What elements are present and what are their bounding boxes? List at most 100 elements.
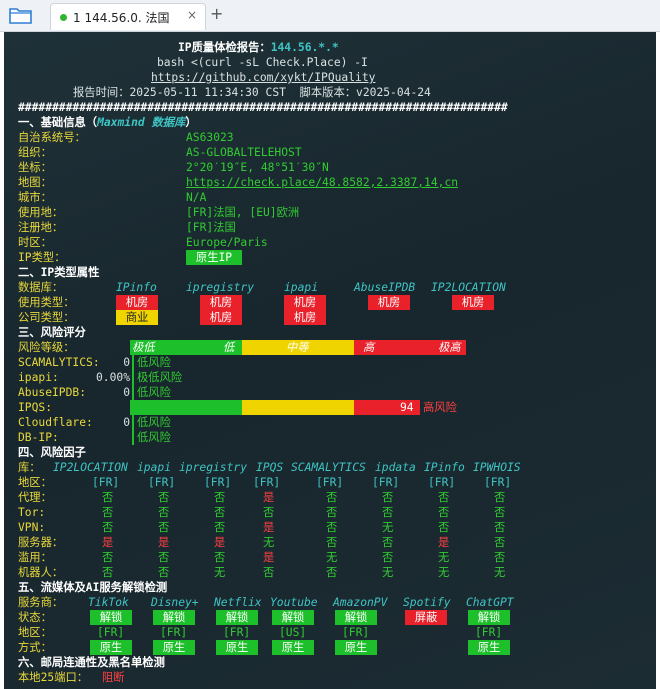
media-status-badge: 屏蔽: [405, 610, 447, 625]
factor-db: IPQS: [256, 461, 284, 474]
section-factors-title: 四、风险因子: [18, 446, 86, 459]
risk-text: 低风险: [137, 386, 171, 399]
factor-cell: 否: [214, 521, 226, 534]
map-link[interactable]: https://check.place/48.8582,2.3387,14,cn: [186, 175, 458, 190]
factor-cell: 无: [263, 536, 275, 549]
factor-cell: 是: [438, 536, 450, 549]
factor-cell: [FR]: [204, 476, 232, 489]
factor-cell: 否: [438, 506, 450, 519]
factor-cell: 是: [214, 536, 226, 549]
media-mode-badge: 原生: [90, 640, 132, 655]
new-tab-icon[interactable]: +: [210, 4, 223, 23]
repo-link[interactable]: https://github.com/xykt/IPQuality: [151, 70, 375, 85]
factor-cell: 否: [158, 551, 170, 564]
ip-address: 144.56.*.*: [270, 41, 339, 54]
media-status-badge: 解锁: [468, 610, 510, 625]
db-ipregistry: ipregistry: [186, 281, 255, 294]
risk-source-label: IPQS:: [18, 401, 53, 414]
factor-cell: 是: [263, 551, 275, 564]
separator: ########################################…: [18, 101, 508, 114]
factor-cell: 无: [326, 551, 338, 564]
section-risk-title: 三、风险评分: [18, 326, 86, 339]
risk-source-label: DB-IP:: [18, 431, 59, 444]
factor-cell: 是: [263, 521, 275, 534]
section-basic-title: 一、基础信息（Maxmind 数据库）: [18, 116, 197, 129]
tab-bar: 1 144.56.0. 法国 × +: [0, 0, 660, 32]
factor-db: ipdata: [375, 461, 416, 474]
media-region: [US]: [279, 626, 307, 639]
risk-source-label: SCAMALYTICS:: [18, 356, 100, 369]
media-service: AmazonPV: [333, 596, 388, 609]
factor-cell: 否: [102, 566, 114, 579]
factor-cell: 否: [158, 521, 170, 534]
section-mail-title: 六、邮局连通性及黑名单检测: [18, 656, 165, 669]
factor-cell: [FR]: [253, 476, 281, 489]
media-service: Spotify: [403, 596, 451, 609]
factors-db-label: 库：: [18, 461, 41, 474]
session-tab[interactable]: 1 144.56.0. 法国 ×: [50, 3, 206, 30]
media-service: TikTok: [88, 596, 129, 609]
command-text: bash <(curl -sL Check.Place) -I: [157, 56, 368, 69]
media-mode-badge: 原生: [216, 640, 258, 655]
factor-row-label: 代理：: [18, 491, 52, 504]
factor-cell: 否: [102, 506, 114, 519]
db-abuseipdb: AbuseIPDB: [354, 281, 416, 294]
risk-level-very-low: 极低: [132, 341, 155, 354]
factor-cell: 否: [326, 491, 338, 504]
factor-cell: 否: [494, 506, 506, 519]
media-service: Youtube: [270, 596, 318, 609]
company-type-badge: 商业: [116, 310, 158, 325]
factor-cell: 否: [382, 506, 394, 519]
factor-db: IPinfo: [424, 461, 465, 474]
basic-value: [FR]法国: [186, 221, 236, 234]
use-type-badge: 机房: [368, 295, 410, 310]
factor-cell: 否: [102, 491, 114, 504]
media-mode-badge: 原生: [153, 640, 195, 655]
basic-value: AS-GLOBALTELEHOST: [186, 146, 302, 159]
media-service: Disney+: [151, 596, 199, 609]
basic-label: 自治系统号：: [18, 131, 86, 144]
factor-db: ipapi: [137, 461, 172, 474]
factor-cell: 否: [494, 551, 506, 564]
factor-row-label: 服务器：: [18, 536, 64, 549]
report-time: 报告时间：2025-05-11 11:34:30 CST 脚本版本：v2025-…: [73, 86, 431, 99]
factor-cell: 否: [494, 521, 506, 534]
factor-cell: 否: [382, 491, 394, 504]
factor-row-label: 地区：: [18, 476, 52, 489]
factor-cell: [FR]: [316, 476, 344, 489]
company-type-label: 公司类型：: [18, 311, 75, 324]
factor-db: ipregistry: [179, 461, 248, 474]
factor-cell: [FR]: [148, 476, 176, 489]
terminal-output[interactable]: IP质量体检报告：144.56.*.* bash <(curl -sL Chec…: [4, 32, 656, 689]
risk-score: 0: [123, 416, 130, 429]
section-types-title: 二、IP类型属性: [18, 266, 100, 279]
use-type-badge: 机房: [116, 295, 158, 310]
risk-level-medium: 中等: [286, 341, 309, 354]
ipqs-bar-mid: [242, 400, 354, 415]
risk-source-label: Cloudflare:: [18, 416, 93, 429]
factor-db: SCAMALYTICS: [291, 461, 366, 474]
close-tab-icon[interactable]: ×: [187, 8, 197, 22]
db-ip2location: IP2LOCATION: [431, 281, 506, 294]
factor-cell: 否: [102, 551, 114, 564]
use-type-badge: 机房: [284, 295, 326, 310]
basic-value: AS63023: [186, 131, 234, 144]
factor-cell: 否: [158, 566, 170, 579]
section-media-title: 五、流媒体及AI服务解锁检测: [18, 581, 168, 594]
factor-cell: [FR]: [372, 476, 400, 489]
basic-value: N/A: [186, 191, 207, 204]
risk-score: 0: [123, 356, 130, 369]
risk-text: 低风险: [137, 416, 171, 429]
basic-label: 使用地：: [18, 206, 64, 219]
risk-level-low: 低: [223, 341, 235, 354]
folder-icon[interactable]: [8, 5, 34, 25]
factor-cell: 是: [158, 536, 170, 549]
basic-label: 地图：: [18, 176, 52, 189]
factor-cell: 否: [438, 521, 450, 534]
db-ipapi: ipapi: [284, 281, 319, 294]
factor-cell: 否: [158, 491, 170, 504]
factor-cell: 是: [263, 491, 275, 504]
basic-value: 2°20′19″E, 48°51′30″N: [186, 161, 329, 174]
risk-text: 极低风险: [137, 371, 183, 384]
use-type-badge: 机房: [452, 295, 494, 310]
